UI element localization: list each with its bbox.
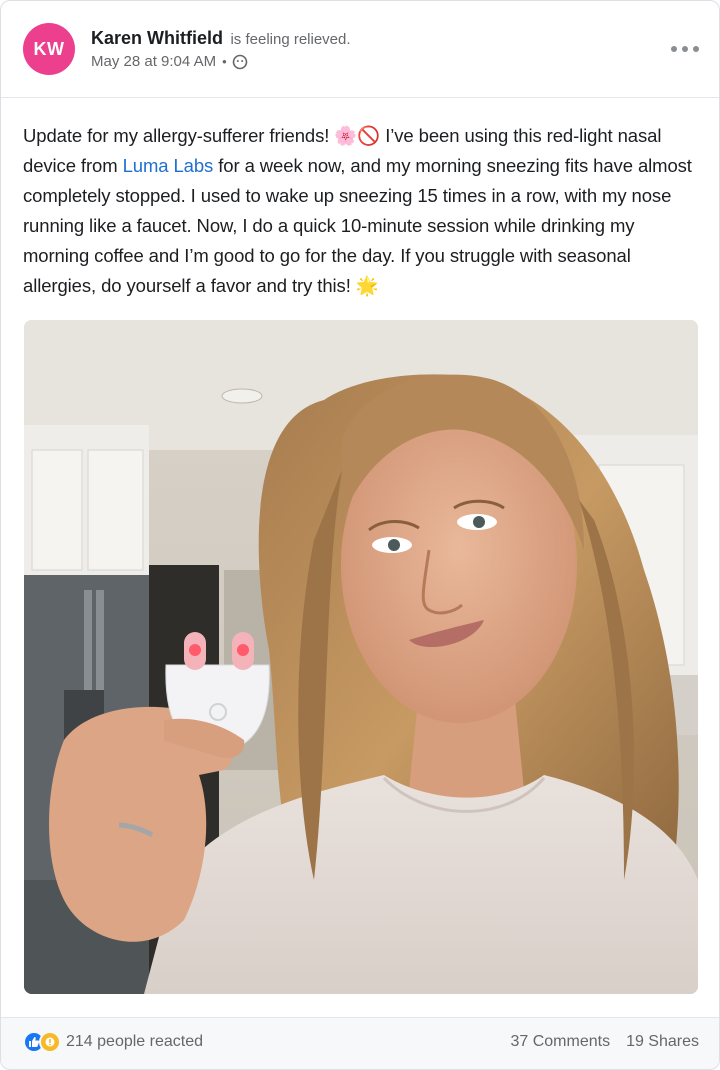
engagement-counts: 37 Comments 19 Shares — [510, 1033, 699, 1051]
post-timestamp[interactable]: May 28 at 9:04 AM — [91, 53, 216, 70]
luma-labs-link[interactable]: Luma Labs — [123, 155, 214, 176]
reactions-count: 214 people reacted — [66, 1033, 203, 1050]
shares-count[interactable]: 19 Shares — [626, 1033, 699, 1051]
care-icon — [39, 1031, 61, 1053]
post-meta: May 28 at 9:04 AM • — [91, 53, 248, 70]
author-name[interactable]: Karen Whitfield — [91, 28, 223, 48]
friends-circle-icon[interactable] — [232, 54, 248, 70]
post-footer: 214 people reacted 37 Comments 19 Shares — [1, 1017, 719, 1069]
post-text: Update for my allergy-sufferer friends! … — [23, 121, 701, 301]
header-divider — [1, 97, 719, 98]
selfie-illustration — [24, 320, 698, 994]
post-header: KW Karen Whitfield is feeling relieved. … — [1, 1, 719, 97]
feeling-status: is feeling relieved. — [230, 31, 351, 48]
post-card: KW Karen Whitfield is feeling relieved. … — [0, 0, 720, 1070]
post-text-part2: for a week now, and my morning sneezing … — [23, 155, 692, 296]
reactions-summary[interactable]: 214 people reacted — [23, 1031, 203, 1053]
meta-separator: • — [222, 54, 227, 69]
avatar[interactable]: KW — [23, 23, 75, 75]
post-photo[interactable] — [24, 320, 698, 994]
more-options-icon[interactable] — [671, 39, 699, 59]
author-line: Karen Whitfield is feeling relieved. — [91, 28, 351, 49]
comments-count[interactable]: 37 Comments — [510, 1033, 610, 1051]
